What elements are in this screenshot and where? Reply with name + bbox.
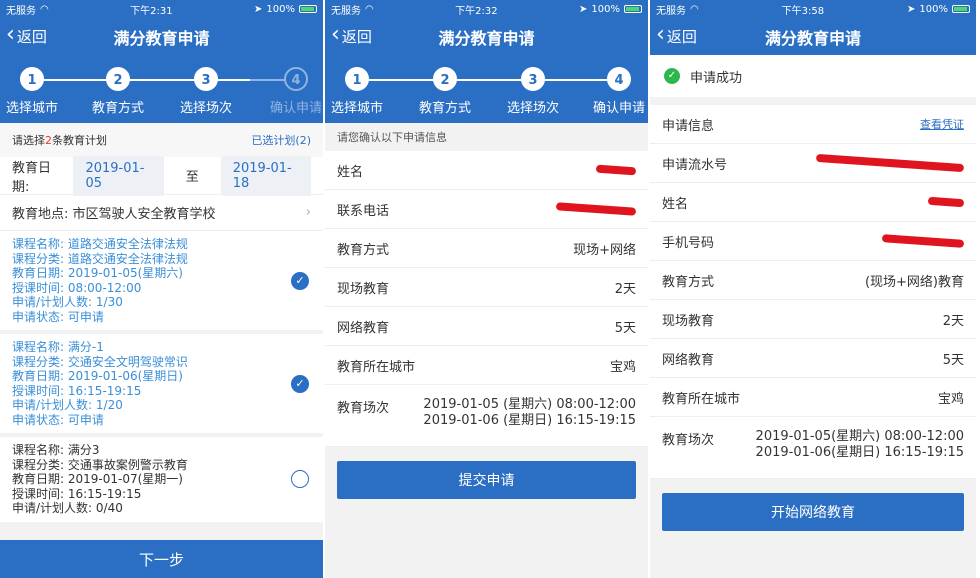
step-4: 4 确认申请: [256, 67, 323, 116]
location-icon: ➤: [254, 3, 263, 15]
back-label: 返回: [666, 28, 697, 46]
success-banner: ✓ 申请成功: [650, 55, 976, 97]
location-value: 市区驾驶人安全教育学校: [72, 207, 216, 222]
redacted-name: [927, 196, 965, 208]
status-bar: 无服务 ◠ 下午2:32 ➤ 100%: [325, 0, 648, 18]
carrier-text: 无服务: [656, 5, 686, 17]
name-row: 姓名: [650, 183, 976, 222]
battery-icon: [299, 5, 317, 13]
back-label: 返回: [341, 28, 372, 46]
clock-text: 下午2:31: [130, 5, 173, 17]
carrier-text: 无服务: [331, 5, 361, 17]
nav-bar: ‹ 返回 满分教育申请: [650, 18, 976, 55]
redacted-name: [595, 164, 637, 176]
redacted-phone: [555, 202, 637, 216]
chevron-left-icon: ‹: [656, 22, 665, 47]
course-item[interactable]: 课程名称: 满分-1 课程分类: 交通安全文明驾驶常识 教育日期: 2019-0…: [0, 334, 323, 437]
battery-icon: [624, 5, 642, 13]
info-header-row: 申请信息 查看凭证: [650, 105, 976, 144]
date-to-word: 至: [185, 170, 199, 185]
location-icon: ➤: [579, 3, 588, 15]
step-3: 3 选择场次: [493, 67, 573, 116]
step-2: 2 教育方式: [78, 67, 158, 116]
location-label: 教育地点:: [12, 207, 69, 222]
wifi-icon: ◠: [40, 3, 49, 15]
clock-text: 下午2:32: [455, 5, 498, 17]
start-online-education-button[interactable]: 开始网络教育: [662, 493, 964, 531]
step-2: 2 教育方式: [405, 67, 485, 116]
battery-icon: [952, 5, 970, 13]
page-title: 满分教育申请: [764, 28, 861, 48]
check-icon[interactable]: ✓: [291, 374, 309, 393]
view-voucher-link[interactable]: 查看凭证: [920, 116, 964, 132]
location-icon: ➤: [907, 3, 916, 15]
redacted-serial: [815, 153, 965, 173]
edu-mode-row: 教育方式 现场+网络: [325, 229, 648, 268]
back-button[interactable]: ‹ 返回: [6, 22, 47, 47]
chevron-left-icon: ‹: [331, 22, 340, 47]
online-row: 网络教育 5天: [650, 339, 976, 378]
date-range-row: 教育日期: 2019-01-05 至 2019-01-18: [0, 155, 323, 196]
nav-bar: ‹ 返回 满分教育申请: [325, 18, 648, 55]
chevron-left-icon: ‹: [6, 22, 15, 47]
screen-confirm-application: 无服务 ◠ 下午2:32 ➤ 100% ‹ 返回 满分教育申请 1 选择城市 2 教育方式…: [325, 0, 650, 578]
online-row: 网络教育 5天: [325, 307, 648, 346]
onsite-row: 现场教育 2天: [650, 300, 976, 339]
step-4: 4 确认申请: [579, 67, 648, 116]
page-title: 满分教育申请: [438, 28, 535, 48]
carrier-text: 无服务: [6, 5, 36, 17]
clock-text: 下午3:58: [781, 5, 825, 17]
success-check-icon: ✓: [664, 68, 680, 84]
plan-header: 请选择2条教育计划 已选计划(2): [0, 123, 323, 157]
screen-application-success: 无服务 ◠ 下午3:58 ➤ 100% ‹ 返回 满分教育申请 ✓ 申请成功 申请信息…: [650, 0, 976, 578]
back-label: 返回: [16, 28, 47, 46]
status-bar: 无服务 ◠ 下午2:31 ➤ 100%: [0, 0, 323, 18]
battery-text: 100%: [919, 3, 948, 15]
city-row: 教育所在城市 宝鸡: [325, 346, 648, 385]
location-row[interactable]: 教育地点: 市区驾驶人安全教育学校 ›: [0, 195, 323, 231]
onsite-row: 现场教育 2天: [325, 268, 648, 307]
progress-steps: 1 选择城市 2 教育方式 3 选择场次 4 确认申请: [325, 55, 648, 123]
wifi-icon: ◠: [365, 3, 374, 15]
next-step-button[interactable]: 下一步: [0, 540, 323, 578]
check-icon[interactable]: ✓: [291, 271, 309, 290]
page-title: 满分教育申请: [113, 28, 210, 48]
back-button[interactable]: ‹ 返回: [331, 22, 372, 47]
battery-text: 100%: [266, 3, 295, 15]
course-item[interactable]: 课程名称: 道路交通安全法律法规 课程分类: 道路交通安全法律法规 教育日期: …: [0, 231, 323, 334]
city-row: 教育所在城市 宝鸡: [650, 378, 976, 417]
status-bar: 无服务 ◠ 下午3:58 ➤ 100%: [650, 0, 976, 18]
session-row: 教育场次 2019-01-05 (星期六) 08:00-12:00 2019-01…: [325, 385, 648, 447]
edu-mode-row: 教育方式 (现场+网络)教育: [650, 261, 976, 300]
date-label: 教育日期:: [12, 160, 52, 195]
step-1: 1 选择城市: [325, 67, 397, 116]
date-from-input[interactable]: 2019-01-05: [73, 155, 164, 196]
nav-bar: ‹ 返回 满分教育申请: [0, 18, 323, 55]
date-to-input[interactable]: 2019-01-18: [220, 155, 311, 196]
course-item[interactable]: 课程名称: 满分3 课程分类: 交通事故案例警示教育 教育日期: 2019-01…: [0, 437, 323, 526]
selected-plans-link[interactable]: 已选计划(2): [251, 132, 311, 148]
step-1: 1 选择城市: [0, 67, 72, 116]
serial-row: 申请流水号: [650, 144, 976, 183]
success-text: 申请成功: [690, 70, 743, 86]
back-button[interactable]: ‹ 返回: [656, 22, 697, 47]
chevron-right-icon: ›: [305, 205, 311, 220]
confirm-hint: 请您确认以下申请信息: [325, 123, 648, 151]
battery-text: 100%: [591, 3, 620, 15]
mobile-row: 手机号码: [650, 222, 976, 261]
progress-steps: 1 选择城市 2 教育方式 3 选择场次 4 确认申请: [0, 55, 323, 123]
redacted-phone: [881, 234, 965, 248]
session-row: 教育场次 2019-01-05(星期六) 08:00-12:00 2019-01-…: [650, 417, 976, 479]
phone-row: 联系电话: [325, 190, 648, 229]
wifi-icon: ◠: [690, 3, 699, 15]
plan-instruction: 请选择2条教育计划: [12, 134, 107, 147]
submit-application-button[interactable]: 提交申请: [337, 461, 636, 499]
step-3: 3 选择场次: [166, 67, 246, 116]
name-row: 姓名: [325, 151, 648, 190]
screen-select-session: 无服务 ◠ 下午2:31 ➤ 100% ‹ 返回 满分教育申请 1 选择城市 2 教育方式…: [0, 0, 325, 578]
